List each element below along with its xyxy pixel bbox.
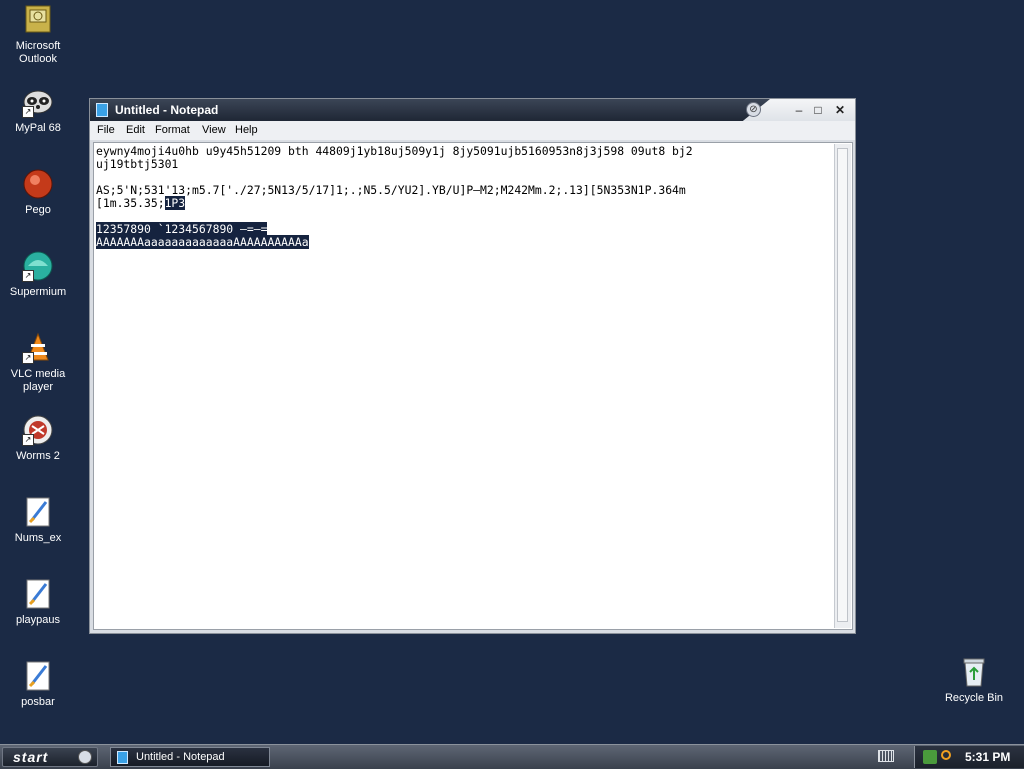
worms-icon: ↗	[22, 414, 54, 446]
shortcut-arrow-icon: ↗	[22, 434, 34, 446]
text-content[interactable]: eywny4moji4u0hb u9y45h51209 bth 44809j1y…	[96, 145, 836, 625]
selected-text: 1P3	[164, 196, 186, 210]
desktop-icon-label: VLC media player	[10, 368, 66, 393]
text-line: AAAAAAAaaaaaaaaaaaaaAAAAAAAAAAa	[96, 235, 836, 249]
close-button[interactable]: ✕	[831, 102, 849, 118]
desktop-icon-vlc[interactable]: ↗ VLC media player	[0, 332, 76, 394]
desktop-icon-posbar[interactable]: posbar	[0, 660, 76, 709]
mypal-raccoon-icon: ↗	[22, 86, 54, 118]
desktop-icon-label: MyPal 68	[15, 122, 61, 134]
window-title: Untitled - Notepad	[115, 103, 219, 117]
recycle-bin-icon	[958, 656, 990, 688]
desktop-icon-supermium[interactable]: ↗ Supermium	[0, 250, 76, 299]
menu-format[interactable]: Format	[155, 124, 190, 136]
menu-file[interactable]: File	[97, 124, 115, 136]
desktop-icon-label: Microsoft Outlook	[15, 40, 61, 65]
shortcut-arrow-icon: ↗	[22, 270, 34, 282]
text-line: [1m.35.35;1P3	[96, 196, 836, 210]
minimize-button[interactable]: –	[790, 102, 808, 118]
taskbar-button-notepad[interactable]: Untitled - Notepad	[110, 747, 270, 767]
text-line: eywny4moji4u0hb u9y45h51209 bth 44809j1y…	[96, 145, 693, 158]
desktop-icon-playpaus[interactable]: playpaus	[0, 578, 76, 627]
taskbar-button-label: Untitled - Notepad	[136, 751, 225, 763]
selected-text: AAAAAAAaaaaaaaaaaaaaAAAAAAAAAAa	[96, 235, 309, 249]
notepad-icon	[96, 103, 108, 117]
desktop-icon-pego[interactable]: Pego	[0, 168, 76, 217]
selected-text: 12357890 `1234567890 –=–=	[96, 222, 268, 236]
keyboard-icon[interactable]	[878, 750, 894, 762]
start-button[interactable]: start	[2, 747, 98, 767]
title-bar-caption: Untitled - Notepad	[90, 99, 770, 121]
desktop-icon-label: posbar	[21, 696, 55, 708]
desktop-icon-label: Worms 2	[16, 450, 60, 462]
title-orb-icon: ⊘	[746, 102, 761, 117]
vertical-scrollbar[interactable]	[834, 144, 851, 628]
maximize-button[interactable]: □	[809, 102, 827, 118]
taskbar: start Untitled - Notepad 5:31 PM	[0, 744, 1024, 769]
menu-bar: File Edit Format View Help	[90, 121, 855, 140]
clock[interactable]: 5:31 PM	[965, 750, 1010, 764]
desktop-icon-label: Recycle Bin	[944, 692, 1004, 704]
notepad-window[interactable]: Untitled - Notepad ⊘ – □ ✕ File Edit For…	[89, 98, 856, 634]
scrollbar-track[interactable]	[837, 148, 848, 622]
paint-file-icon	[22, 496, 54, 528]
shortcut-arrow-icon: ↗	[22, 352, 34, 364]
system-tray: 5:31 PM	[914, 746, 1024, 768]
desktop-icon-label: Supermium	[9, 286, 67, 298]
vlc-cone-icon: ↗	[22, 332, 54, 364]
desktop-icon-label: Pego	[25, 204, 51, 216]
start-orb-icon	[78, 750, 92, 764]
desktop-icon-outlook[interactable]: Microsoft Outlook	[0, 4, 76, 66]
supermium-icon: ↗	[22, 250, 54, 282]
start-label: start	[13, 749, 49, 765]
pego-icon	[22, 168, 54, 200]
menu-help[interactable]: Help	[235, 124, 258, 136]
desktop-icon-label: playpaus	[15, 614, 61, 626]
title-bar[interactable]: Untitled - Notepad ⊘ – □ ✕	[90, 99, 855, 122]
text-editor[interactable]: eywny4moji4u0hb u9y45h51209 bth 44809j1y…	[93, 142, 853, 630]
notepad-icon	[117, 751, 128, 764]
desktop-icon-label: Nums_ex	[14, 532, 62, 544]
menu-view[interactable]: View	[202, 124, 226, 136]
desktop-icon-nums-ex[interactable]: Nums_ex	[0, 496, 76, 545]
search-tray-icon[interactable]	[941, 750, 951, 760]
text-line: AS;5'N;531'13;m5.7['./27;5N13/5/17]1;.;N…	[96, 183, 686, 197]
paint-file-icon	[22, 660, 54, 692]
network-tray-icon[interactable]	[923, 750, 937, 764]
menu-edit[interactable]: Edit	[126, 124, 145, 136]
shortcut-arrow-icon: ↗	[22, 106, 34, 118]
text-plain: [1m.35.35;	[96, 196, 165, 210]
text-line: uj19tbtj5301	[96, 157, 179, 171]
paint-file-icon	[22, 578, 54, 610]
outlook-icon	[22, 4, 54, 36]
desktop-icon-recycle-bin[interactable]: Recycle Bin	[936, 656, 1012, 705]
desktop-icon-worms[interactable]: ↗ Worms 2	[0, 414, 76, 463]
desktop-icon-mypal[interactable]: ↗ MyPal 68	[0, 86, 76, 135]
